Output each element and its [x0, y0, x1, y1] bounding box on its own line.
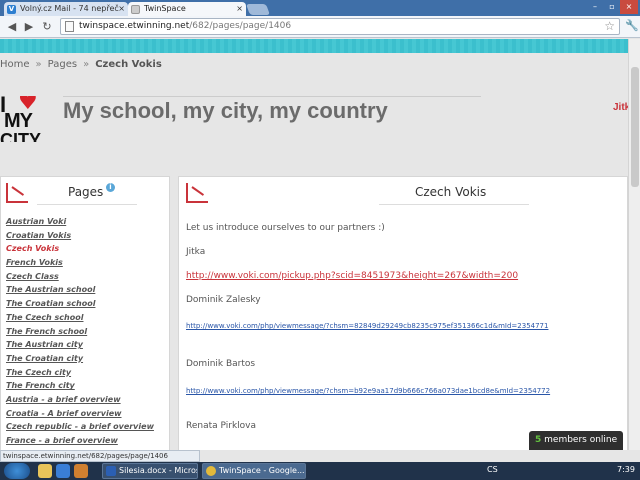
info-icon[interactable]: i — [106, 183, 115, 192]
scrollbar-thumb[interactable] — [631, 67, 639, 187]
new-tab-button[interactable] — [245, 4, 271, 15]
sidebar-item-french-vokis[interactable]: French Vokis — [6, 258, 154, 272]
word-icon — [106, 466, 116, 476]
page-content-panel: Czech Vokis Let us introduce ourselves t… — [178, 176, 628, 450]
browser-tab-bar: V Volný.cz Mail - 74 nepřeč × TwinSpace … — [0, 0, 640, 16]
entry-name: Renata Pirklova — [186, 421, 257, 431]
sidebar-item-croatia-overview[interactable]: Croatia - A brief overview — [6, 409, 154, 423]
bookmark-star-icon[interactable]: ☆ — [604, 19, 615, 33]
ie-icon[interactable] — [56, 464, 70, 478]
entry-name: Dominik Zalesky — [186, 295, 261, 305]
breadcrumb-pages[interactable]: Pages — [48, 59, 77, 70]
tab-volny-mail[interactable]: V Volný.cz Mail - 74 nepřeč × — [4, 2, 128, 16]
entry-name: Jitka — [186, 247, 206, 257]
sidebar-item-czech-class[interactable]: Czech Class — [6, 272, 154, 286]
address-url: twinspace.etwinning.net/682/pages/page/1… — [79, 21, 291, 31]
sidebar-item-french-school[interactable]: The French school — [6, 327, 154, 341]
members-count: 5 — [535, 435, 542, 445]
url-host: twinspace.etwinning.net — [79, 21, 190, 31]
divider — [379, 204, 529, 205]
breadcrumb-home[interactable]: Home — [0, 59, 30, 70]
pages-list: Austrian Voki Croatian Vokis Czech Vokis… — [6, 217, 154, 450]
page-icon — [65, 21, 74, 32]
pages-chart-icon — [6, 183, 28, 203]
user-name[interactable]: Jitk — [613, 102, 628, 113]
divider — [37, 204, 137, 205]
sidebar-item-austria-overview[interactable]: Austria - a brief overview — [6, 395, 154, 409]
task-label: TwinSpace - Google... — [219, 466, 305, 475]
entry-name: Dominik Bartos — [186, 359, 256, 369]
task-word[interactable]: Silesia.docx - Micros... — [102, 463, 198, 479]
sidebar-title: Pages — [68, 185, 104, 199]
media-icon[interactable] — [74, 464, 88, 478]
page-title: Czech Vokis — [415, 185, 487, 199]
sidebar-item-austrian-city[interactable]: The Austrian city — [6, 340, 154, 354]
site-title: My school, my city, my country — [63, 96, 481, 124]
breadcrumb: Home » Pages » Czech Vokis — [0, 59, 162, 70]
tab-label: TwinSpace — [144, 4, 186, 13]
language-indicator[interactable]: CS — [487, 465, 498, 474]
banner-stripes — [0, 39, 628, 53]
sidebar-item-french-city[interactable]: The French city — [6, 381, 154, 395]
sidebar-item-france-overview[interactable]: France - a brief overview — [6, 436, 154, 450]
back-icon[interactable]: ◀ — [5, 20, 19, 34]
top-banner — [0, 39, 628, 53]
tab-twinspace[interactable]: TwinSpace × — [128, 2, 246, 16]
page-favicon-icon — [131, 5, 140, 14]
voki-link[interactable]: http://www.voki.com/pickup.php?scid=8451… — [186, 271, 518, 281]
tab-label: Volný.cz Mail - 74 nepřeč — [20, 4, 119, 13]
reload-icon[interactable]: ↻ — [40, 20, 54, 34]
sidebar-item-austrian-school[interactable]: The Austrian school — [6, 285, 154, 299]
browser-nav-bar: ◀ ▶ ↻ twinspace.etwinning.net/682/pages/… — [0, 16, 640, 38]
project-logo: I ♥ MY CITY — [0, 96, 52, 142]
explorer-icon[interactable] — [38, 464, 52, 478]
sidebar-item-czech-city[interactable]: The Czech city — [6, 368, 154, 382]
forward-icon[interactable]: ▶ — [22, 20, 36, 34]
page-chart-icon — [186, 183, 208, 203]
status-bar: twinspace.etwinning.net/682/pages/page/1… — [0, 450, 200, 462]
clock[interactable]: 7:39 — [617, 465, 635, 474]
sidebar-item-czech-vokis[interactable]: Czech Vokis — [6, 244, 154, 258]
close-tab-icon[interactable]: × — [118, 4, 125, 13]
task-chrome[interactable]: TwinSpace - Google... — [202, 463, 306, 479]
page-viewport: Home » Pages » Czech Vokis I ♥ MY CITY My sc… — [0, 39, 628, 450]
close-window-icon[interactable]: × — [620, 0, 638, 14]
members-online-widget[interactable]: 5 members online — [529, 431, 623, 450]
breadcrumb-sep: » — [83, 59, 90, 70]
address-bar[interactable]: twinspace.etwinning.net/682/pages/page/1… — [60, 18, 620, 35]
intro-text: Let us introduce ourselves to our partne… — [186, 223, 385, 233]
volny-favicon-icon: V — [7, 5, 16, 14]
wrench-icon[interactable]: 🔧 — [625, 19, 639, 32]
pages-sidebar: Pages i Austrian Voki Croatian Vokis Cze… — [0, 176, 170, 450]
sidebar-item-croatian-school[interactable]: The Croatian school — [6, 299, 154, 313]
sidebar-item-czech-school[interactable]: The Czech school — [6, 313, 154, 327]
close-tab-icon[interactable]: × — [236, 4, 243, 13]
minimize-icon[interactable]: – — [586, 0, 604, 14]
windows-taskbar: Silesia.docx - Micros... TwinSpace - Goo… — [0, 462, 640, 480]
maximize-icon[interactable]: ▫ — [603, 0, 621, 14]
task-label: Silesia.docx - Micros... — [119, 466, 197, 475]
sidebar-item-austrian-voki[interactable]: Austrian Voki — [6, 217, 154, 231]
sidebar-item-croatian-vokis[interactable]: Croatian Vokis — [6, 231, 154, 245]
breadcrumb-sep: » — [35, 59, 42, 70]
voki-link[interactable]: http://www.voki.com/php/viewmessage/?chs… — [186, 322, 548, 330]
members-label: members online — [544, 435, 618, 445]
url-path: /682/pages/page/1406 — [189, 21, 292, 31]
page-scrollbar[interactable] — [628, 39, 640, 450]
chrome-icon — [206, 466, 216, 476]
start-button[interactable] — [4, 463, 30, 479]
sidebar-item-czech-overview[interactable]: Czech republic - a brief overview — [6, 422, 154, 436]
breadcrumb-current: Czech Vokis — [95, 59, 162, 70]
voki-link[interactable]: http://www.voki.com/php/viewmessage/?chs… — [186, 387, 550, 395]
logo-city: CITY — [0, 130, 42, 142]
sidebar-item-croatian-city[interactable]: The Croatian city — [6, 354, 154, 368]
